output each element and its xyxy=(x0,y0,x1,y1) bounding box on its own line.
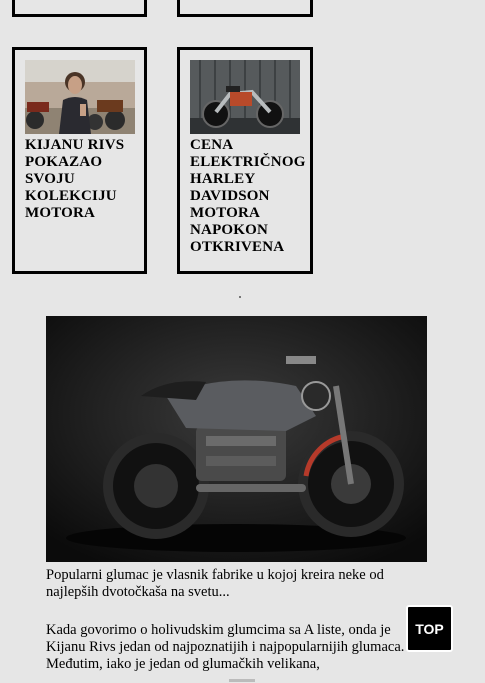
article-card-title[interactable]: KIJANU RIVS POKAZAO SVOJU KOLEKCIJU MOTO… xyxy=(25,137,149,222)
scroll-indicator xyxy=(229,679,255,682)
article-card[interactable]: CENA ELEKTRIČNOG HARLEY DAVIDSON MOTORA … xyxy=(177,47,313,274)
scroll-to-top-button[interactable]: TOP xyxy=(406,605,453,652)
article-card[interactable]: KIJANU RIVS POKAZAO SVOJU KOLEKCIJU MOTO… xyxy=(12,47,147,274)
divider-dot xyxy=(239,296,241,298)
article-card-partial[interactable] xyxy=(12,0,147,17)
article-card-title[interactable]: CENA ELEKTRIČNOG HARLEY DAVIDSON MOTORA … xyxy=(190,137,320,256)
electric-harley-thumbnail[interactable] xyxy=(190,60,300,134)
keanu-motorcycles-thumbnail[interactable] xyxy=(25,60,135,134)
article-card-partial[interactable] xyxy=(177,0,313,17)
article-paragraph: Kada govorimo o holivudskim glumcima sa … xyxy=(46,622,405,672)
article-paragraph: Popularni glumac je vlasnik fabrike u ko… xyxy=(46,567,384,600)
article-hero-image xyxy=(46,316,427,562)
